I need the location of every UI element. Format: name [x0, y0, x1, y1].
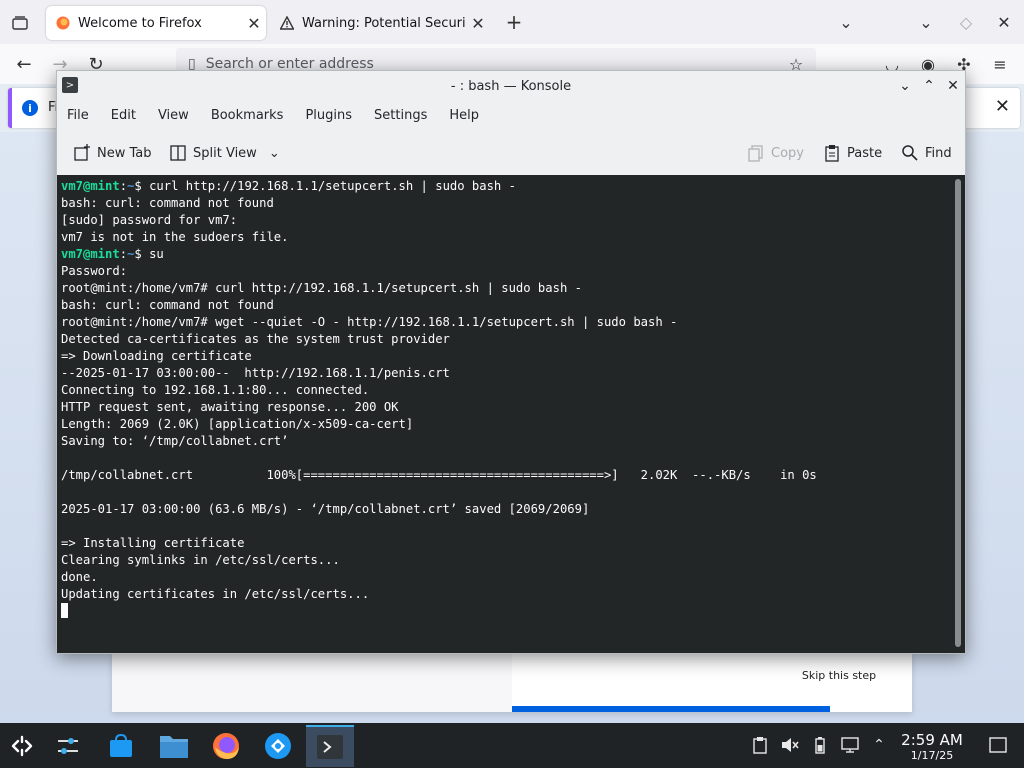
menu-view[interactable]: View — [147, 108, 200, 123]
terminal-line: root@mint:/home/vm7# wget --quiet -O - h… — [61, 315, 678, 329]
system-settings-icon[interactable] — [46, 725, 90, 767]
terminal-line: bash: curl: command not found — [61, 298, 274, 312]
skip-step-button[interactable]: Skip this step — [790, 664, 888, 686]
close-tab-icon[interactable]: ✕ — [242, 14, 266, 33]
terminal-line: Clearing symlinks in /etc/ssl/certs... — [61, 553, 340, 567]
show-desktop-icon[interactable] — [988, 735, 1008, 755]
file-manager-icon[interactable] — [152, 725, 196, 767]
terminal-cursor — [61, 603, 68, 618]
search-icon — [902, 145, 918, 161]
warning-icon — [280, 16, 294, 30]
terminal-line: --2025-01-17 03:00:00-- http://192.168.1… — [61, 366, 450, 380]
split-view-button[interactable]: Split View ⌄ — [169, 141, 280, 165]
hamburger-menu-icon[interactable]: ≡ — [988, 52, 1012, 76]
tab-list-icon[interactable] — [8, 12, 32, 34]
onboarding-progress-bar — [512, 706, 830, 712]
clock-date[interactable]: 1/17/25 — [896, 749, 968, 762]
terminal-line: /tmp/collabnet.crt 100%[================… — [61, 468, 817, 482]
terminal-line: done. — [61, 570, 98, 584]
konsole-window: > - : bash — Konsole ⌄ ⌃ ✕ File Edit Vie… — [56, 70, 966, 654]
tab-welcome-firefox[interactable]: Welcome to Firefox ✕ — [46, 6, 266, 40]
clipboard-icon[interactable] — [750, 735, 770, 755]
terminal-line: => Downloading certificate — [61, 349, 252, 363]
terminal-line: => Installing certificate — [61, 536, 245, 550]
maximize-icon[interactable]: ◇ — [954, 10, 978, 34]
terminal-line: root@mint:/home/vm7# curl http://192.168… — [61, 281, 582, 295]
battery-icon[interactable] — [810, 735, 830, 755]
minimize-icon[interactable]: ⌄ — [895, 76, 915, 96]
menu-file[interactable]: File — [57, 108, 100, 123]
terminal-output: vm7@mint:~$ curl http://192.168.1.1/setu… — [61, 178, 817, 620]
firefox-favicon-icon — [56, 16, 70, 30]
copy-label: Copy — [771, 145, 804, 161]
paste-button[interactable]: Paste — [823, 141, 882, 165]
terminal-scrollbar[interactable] — [955, 179, 961, 647]
remote-desktop-icon[interactable] — [256, 725, 300, 767]
terminal-line: bash: curl: command not found — [61, 196, 274, 210]
new-tab-label: New Tab — [97, 145, 152, 161]
terminal-line: Saving to: ‘/tmp/collabnet.crt’ — [61, 434, 289, 448]
back-icon[interactable]: ← — [12, 52, 36, 76]
terminal-line: Detected ca-certificates as the system t… — [61, 332, 450, 346]
tab-title: Welcome to Firefox — [78, 15, 202, 31]
terminal-line: vm7 is not in the sudoers file. — [61, 230, 289, 244]
menu-settings[interactable]: Settings — [363, 108, 438, 123]
terminal-line: Length: 2069 (2.0K) [application/x-x509-… — [61, 417, 414, 431]
minimize-icon[interactable]: ⌄ — [914, 10, 938, 34]
maximize-icon[interactable]: ⌃ — [919, 76, 939, 96]
paste-icon — [825, 145, 839, 162]
new-tab-button[interactable]: New Tab — [73, 141, 152, 165]
new-tab-icon[interactable]: + — [502, 10, 526, 34]
volume-muted-icon[interactable] — [780, 735, 800, 755]
menu-help[interactable]: Help — [438, 108, 490, 123]
discover-store-icon[interactable] — [99, 725, 143, 767]
menu-plugins[interactable]: Plugins — [294, 108, 363, 123]
terminal-line: vm7@mint:~$ curl http://192.168.1.1/setu… — [61, 179, 516, 193]
copy-icon — [748, 145, 763, 162]
close-icon[interactable]: ✕ — [943, 76, 963, 96]
terminal-line: [sudo] password for vm7: — [61, 213, 238, 227]
terminal-line: 2025-01-17 03:00:00 (63.6 MB/s) - ‘/tmp/… — [61, 502, 590, 516]
menu-edit[interactable]: Edit — [100, 108, 147, 123]
firefox-icon[interactable] — [204, 725, 248, 767]
tab-title: Warning: Potential Securit — [302, 15, 466, 31]
menubar: File Edit View Bookmarks Plugins Setting… — [57, 101, 965, 129]
chevron-up-icon[interactable]: ⌃ — [869, 735, 889, 755]
terminal-line: Updating certificates in /etc/ssl/certs.… — [61, 587, 370, 601]
menu-bookmarks[interactable]: Bookmarks — [200, 108, 295, 123]
terminal-line: vm7@mint:~$ su — [61, 247, 164, 261]
find-button[interactable]: Find — [901, 141, 952, 165]
chevron-down-icon[interactable]: ⌄ — [269, 146, 280, 161]
app-launcher-icon[interactable] — [0, 725, 44, 767]
split-view-icon — [170, 145, 186, 161]
new-tab-icon — [74, 144, 90, 161]
chevron-down-icon[interactable]: ⌄ — [834, 10, 858, 34]
close-tab-icon[interactable]: ✕ — [466, 14, 490, 33]
find-label: Find — [925, 145, 952, 161]
close-notification-icon[interactable]: ✕ — [995, 96, 1010, 117]
clock-time[interactable]: 2:59 AM — [896, 731, 968, 749]
info-icon: i — [22, 100, 38, 116]
tab-security-warning[interactable]: Warning: Potential Securit ✕ — [270, 6, 490, 40]
terminal-line: Connecting to 192.168.1.1:80... connecte… — [61, 383, 370, 397]
split-view-label: Split View — [193, 145, 257, 161]
terminal-line: HTTP request sent, awaiting response... … — [61, 400, 399, 414]
network-icon[interactable] — [840, 735, 860, 755]
close-window-icon[interactable]: ✕ — [992, 10, 1016, 34]
window-title: - : bash — Konsole — [450, 78, 572, 94]
paste-label: Paste — [847, 145, 883, 161]
terminal-line: Password: — [61, 264, 128, 278]
konsole-icon[interactable] — [306, 725, 354, 767]
copy-button[interactable]: Copy — [747, 141, 804, 165]
